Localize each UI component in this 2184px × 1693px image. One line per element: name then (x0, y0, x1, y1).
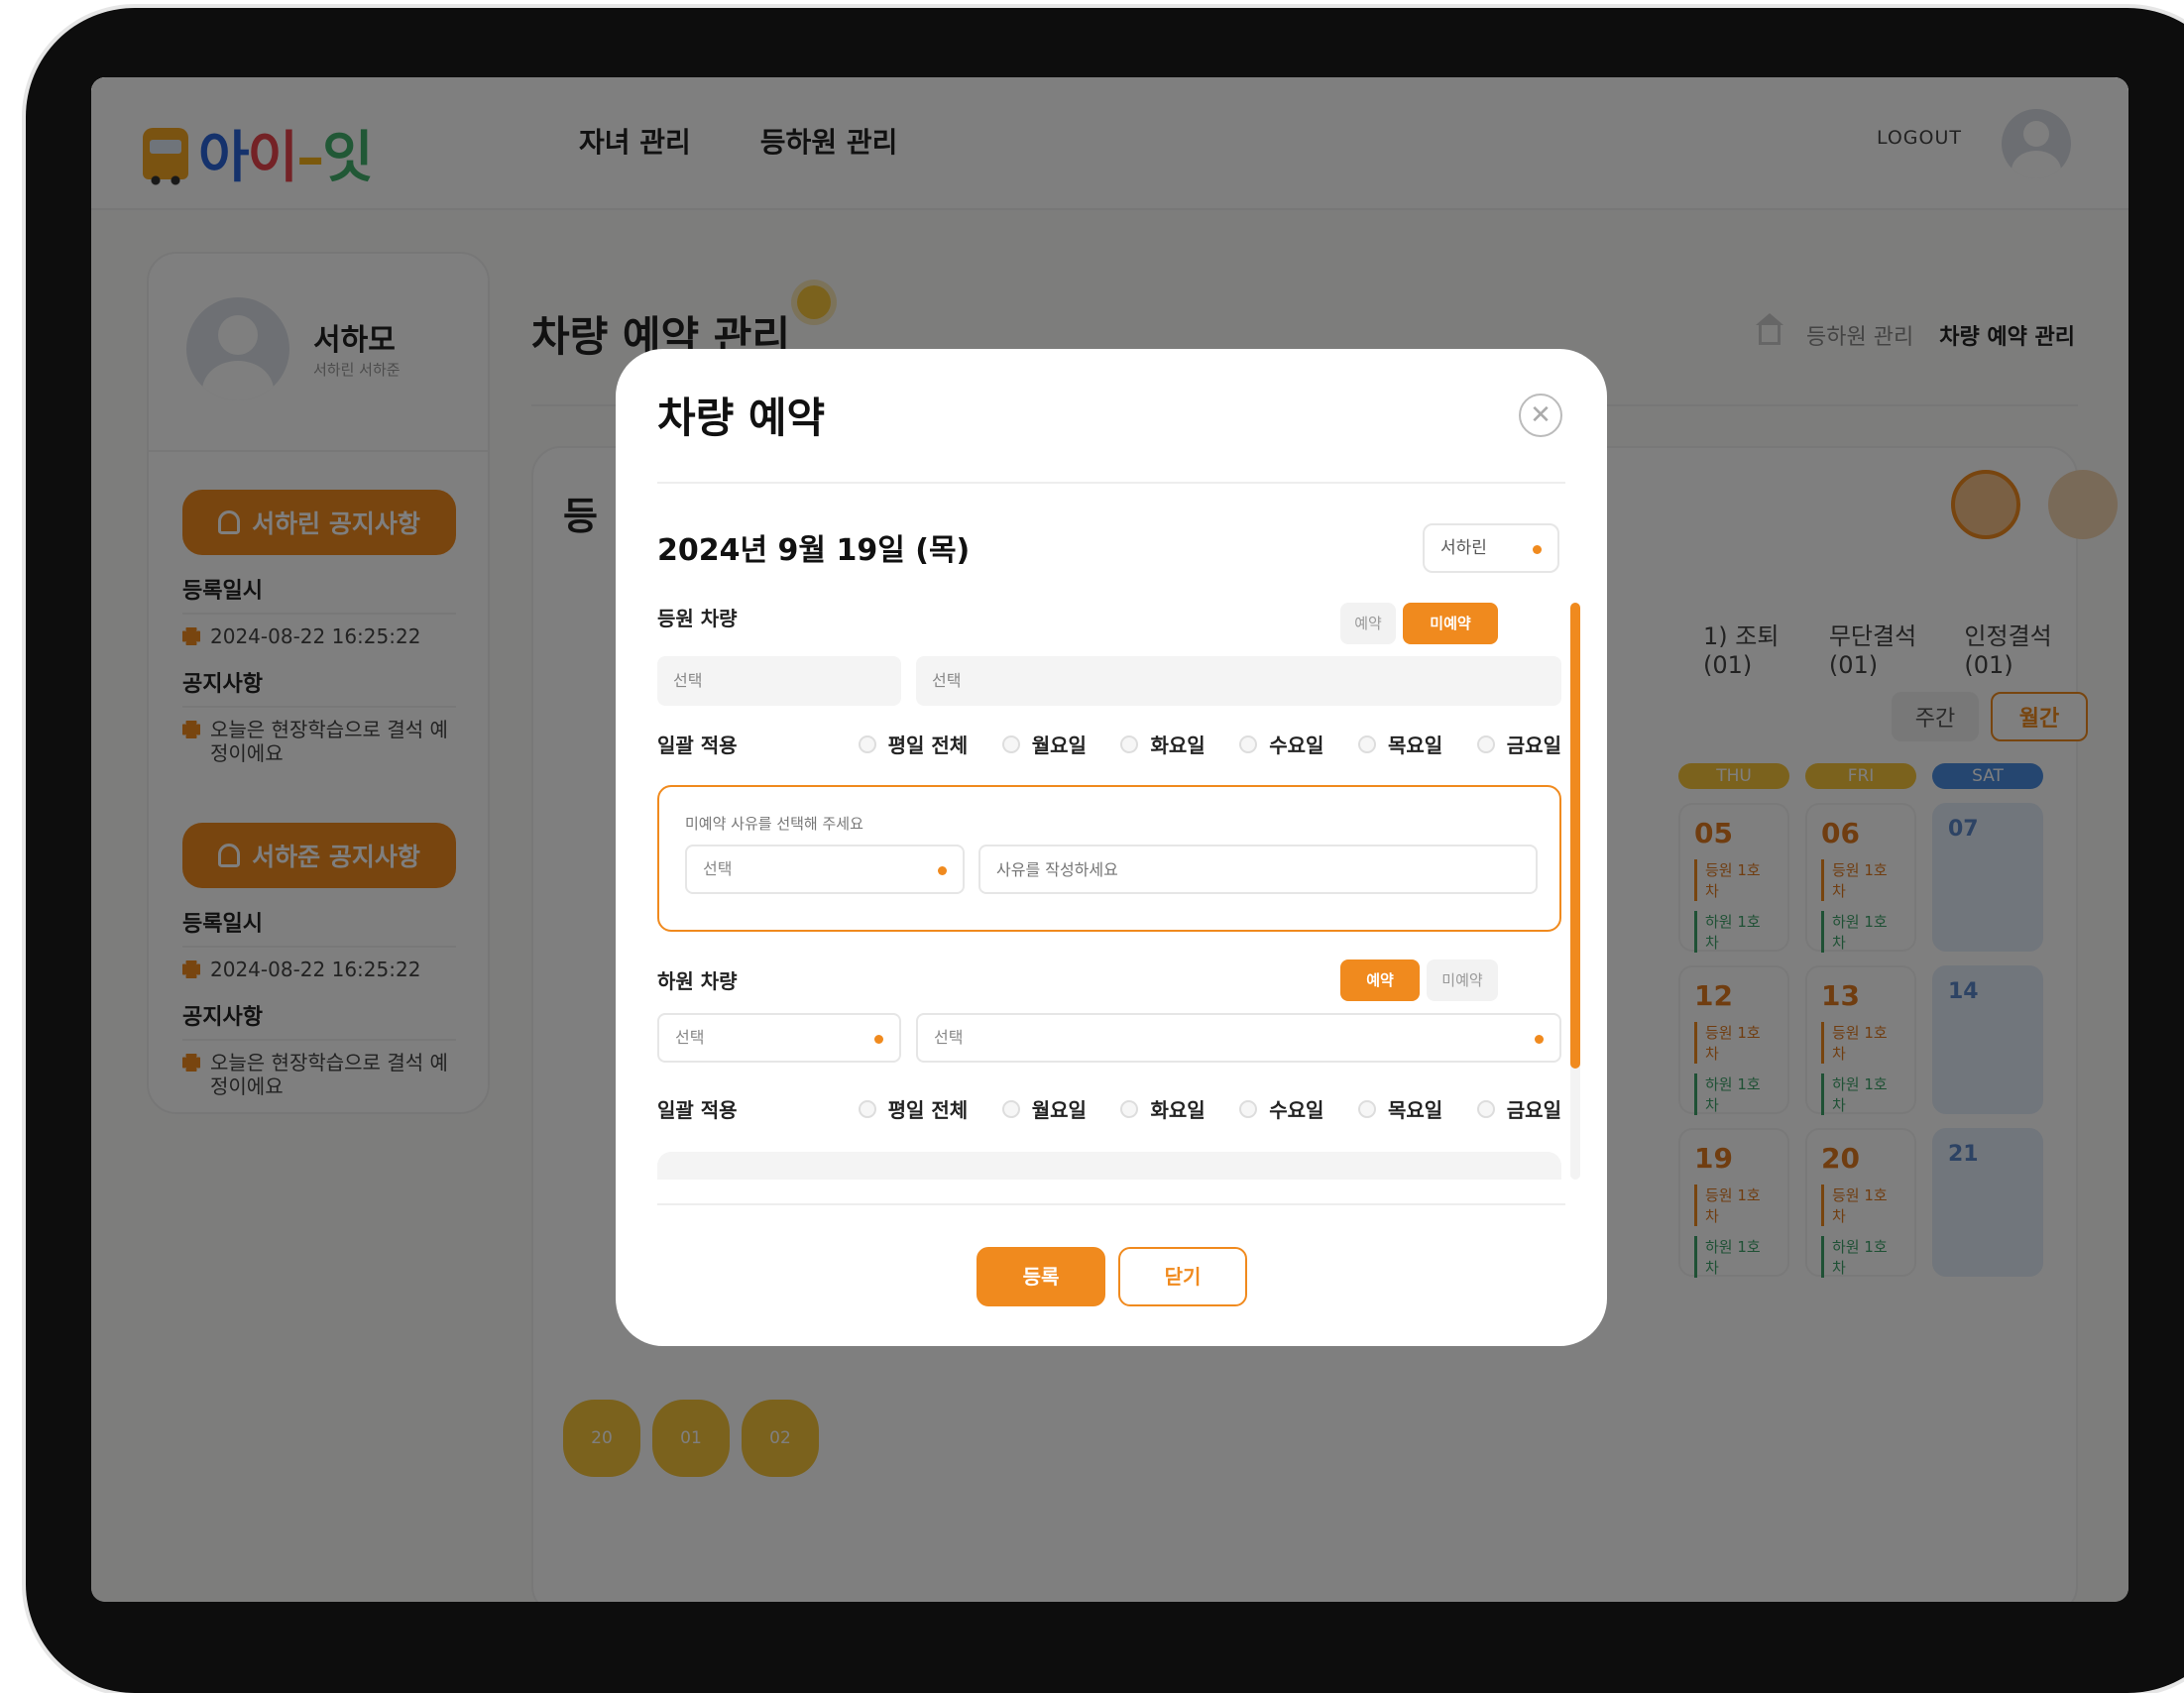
reason-box-partial (657, 1152, 1561, 1180)
day-checkbox[interactable]: 목요일 (1358, 730, 1442, 758)
radio-icon (1001, 734, 1020, 753)
day-checkbox[interactable]: 화요일 (1120, 1094, 1206, 1123)
pickup-cancel-toggle[interactable]: 미예약 (1403, 603, 1498, 644)
radio-icon (1476, 1099, 1495, 1118)
radio-icon (1001, 1099, 1020, 1118)
dropoff-day-options: 일괄 적용 평일 전체 월요일 화요일 수요일 목요일 금요일 (657, 1094, 1561, 1123)
chevron-down-icon (874, 1035, 883, 1044)
chevron-down-icon (1533, 545, 1542, 554)
pickup-vehicle-select[interactable]: 선택 (657, 656, 901, 706)
reason-select[interactable]: 선택 (685, 845, 965, 894)
chevron-down-icon (938, 866, 947, 875)
scrollbar-thumb[interactable] (1570, 603, 1580, 1069)
chevron-down-icon (1535, 1035, 1544, 1044)
dropoff-time-select[interactable]: 선택 (916, 1013, 1561, 1063)
dropoff-cancel-toggle[interactable]: 미예약 (1427, 959, 1498, 1001)
apply-label: 일괄 적용 (657, 734, 738, 757)
divider (657, 482, 1565, 484)
radio-icon (1358, 734, 1376, 753)
day-checkbox[interactable]: 평일 전체 (858, 730, 968, 758)
cancel-reason-box: 미예약 사유를 선택해 주세요 선택 (657, 785, 1561, 932)
pickup-day-options: 일괄 적용 평일 전체 월요일 화요일 수요일 목요일 금요일 (657, 730, 1561, 758)
day-checkbox[interactable]: 수요일 (1239, 730, 1323, 758)
radio-icon (858, 734, 876, 753)
radio-icon (1239, 734, 1258, 753)
radio-icon (1120, 1099, 1139, 1118)
reason-title: 미예약 사유를 선택해 주세요 (685, 815, 863, 833)
radio-icon (1358, 1099, 1376, 1118)
pickup-time-select[interactable]: 선택 (916, 656, 1561, 706)
divider (657, 1203, 1565, 1205)
day-checkbox[interactable]: 금요일 (1476, 730, 1561, 758)
radio-icon (1239, 1099, 1258, 1118)
reason-input[interactable] (978, 845, 1538, 894)
save-button[interactable]: 등록 (977, 1247, 1105, 1306)
day-checkbox[interactable]: 목요일 (1358, 1094, 1442, 1123)
day-checkbox[interactable]: 평일 전체 (858, 1094, 968, 1123)
reservation-date: 2024년 9월 19일 (목) (657, 533, 971, 568)
close-button[interactable]: 닫기 (1118, 1247, 1247, 1306)
dropoff-reserve-toggle[interactable]: 예약 (1340, 959, 1420, 1001)
apply-label: 일괄 적용 (657, 1098, 738, 1122)
radio-icon (1476, 734, 1495, 753)
radio-icon (1120, 734, 1139, 753)
dropoff-label: 하원 차량 (657, 969, 738, 993)
day-checkbox[interactable]: 월요일 (1001, 730, 1087, 758)
day-checkbox[interactable]: 화요일 (1120, 730, 1206, 758)
modal-title: 차량 예약 (657, 394, 826, 442)
vehicle-reservation-modal: 차량 예약 ✕ 2024년 9월 19일 (목) 서하린 등원 차량 예약 미예… (616, 349, 1607, 1346)
day-checkbox[interactable]: 월요일 (1001, 1094, 1087, 1123)
pickup-reserve-toggle[interactable]: 예약 (1340, 603, 1396, 644)
radio-icon (858, 1099, 876, 1118)
close-icon[interactable]: ✕ (1519, 394, 1562, 437)
dropoff-vehicle-select[interactable]: 선택 (657, 1013, 901, 1063)
day-checkbox[interactable]: 수요일 (1239, 1094, 1323, 1123)
child-select[interactable]: 서하린 (1423, 523, 1559, 573)
day-checkbox[interactable]: 금요일 (1476, 1094, 1561, 1123)
pickup-label: 등원 차량 (657, 607, 738, 630)
